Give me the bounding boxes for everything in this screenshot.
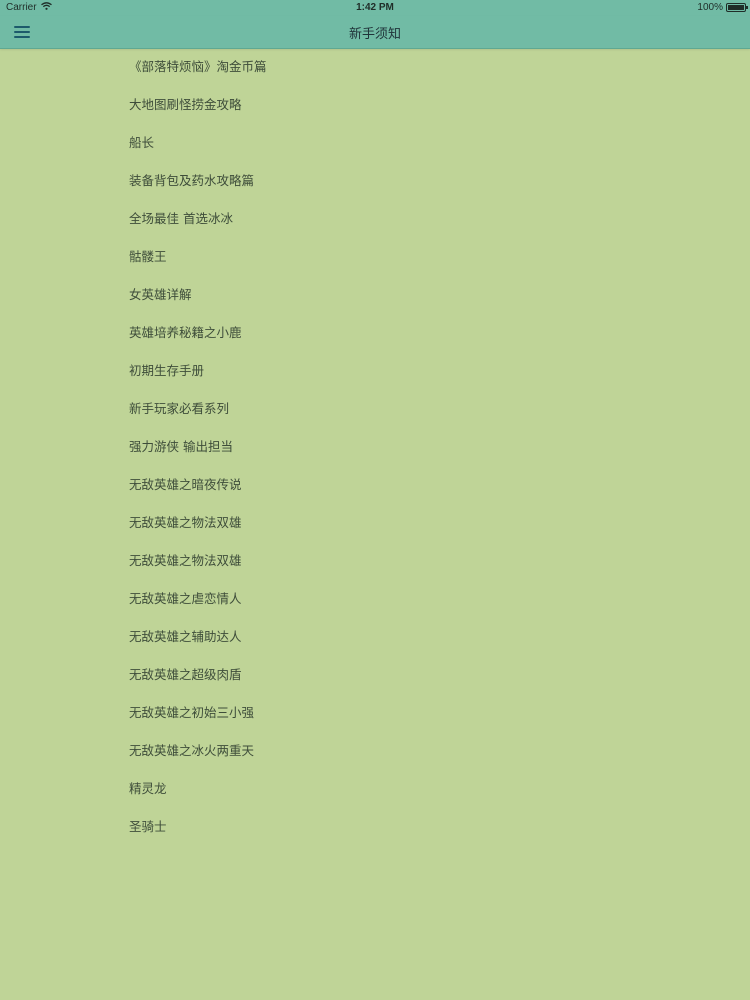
list-item[interactable]: 船长 xyxy=(0,124,750,162)
list-item[interactable]: 女英雄详解 xyxy=(0,276,750,314)
list-item[interactable]: 全场最佳 首选冰冰 xyxy=(0,200,750,238)
battery-percent: 100% xyxy=(697,2,723,13)
list-item[interactable]: 圣骑士 xyxy=(0,808,750,846)
list-item[interactable]: 无敌英雄之暗夜传说 xyxy=(0,466,750,504)
list-item[interactable]: 无敌英雄之初始三小强 xyxy=(0,694,750,732)
list-item[interactable]: 无敌英雄之物法双雄 xyxy=(0,542,750,580)
list-item[interactable]: 初期生存手册 xyxy=(0,352,750,390)
list-item[interactable]: 装备背包及药水攻略篇 xyxy=(0,162,750,200)
list-item[interactable]: 《部落特烦恼》淘金币篇 xyxy=(0,48,750,86)
list-item[interactable]: 无敌英雄之虐恋情人 xyxy=(0,580,750,618)
list-item[interactable]: 精灵龙 xyxy=(0,770,750,808)
list-item[interactable]: 强力游侠 输出担当 xyxy=(0,428,750,466)
list-item[interactable]: 无敌英雄之物法双雄 xyxy=(0,504,750,542)
list-item[interactable]: 无敌英雄之辅助达人 xyxy=(0,618,750,656)
list-item[interactable]: 骷髅王 xyxy=(0,238,750,276)
status-right: 100% xyxy=(697,2,748,13)
list-item[interactable]: 英雄培养秘籍之小鹿 xyxy=(0,314,750,352)
battery-icon xyxy=(726,3,748,12)
list-item[interactable]: 大地图刷怪捞金攻略 xyxy=(0,86,750,124)
list-item[interactable]: 无敌英雄之超级肉盾 xyxy=(0,656,750,694)
status-bar: Carrier 1:42 PM 100% xyxy=(0,0,750,16)
status-time: 1:42 PM xyxy=(356,2,394,13)
page-title: 新手须知 xyxy=(348,27,401,42)
list-item[interactable]: 无敌英雄之冰火两重天 xyxy=(0,732,750,770)
list-item[interactable]: 新手玩家必看系列 xyxy=(0,390,750,428)
navigation-bar: 新手须知 xyxy=(0,16,750,49)
article-list: 《部落特烦恼》淘金币篇 大地图刷怪捞金攻略 船长 装备背包及药水攻略篇 全场最佳 首选冰… xyxy=(0,48,750,846)
